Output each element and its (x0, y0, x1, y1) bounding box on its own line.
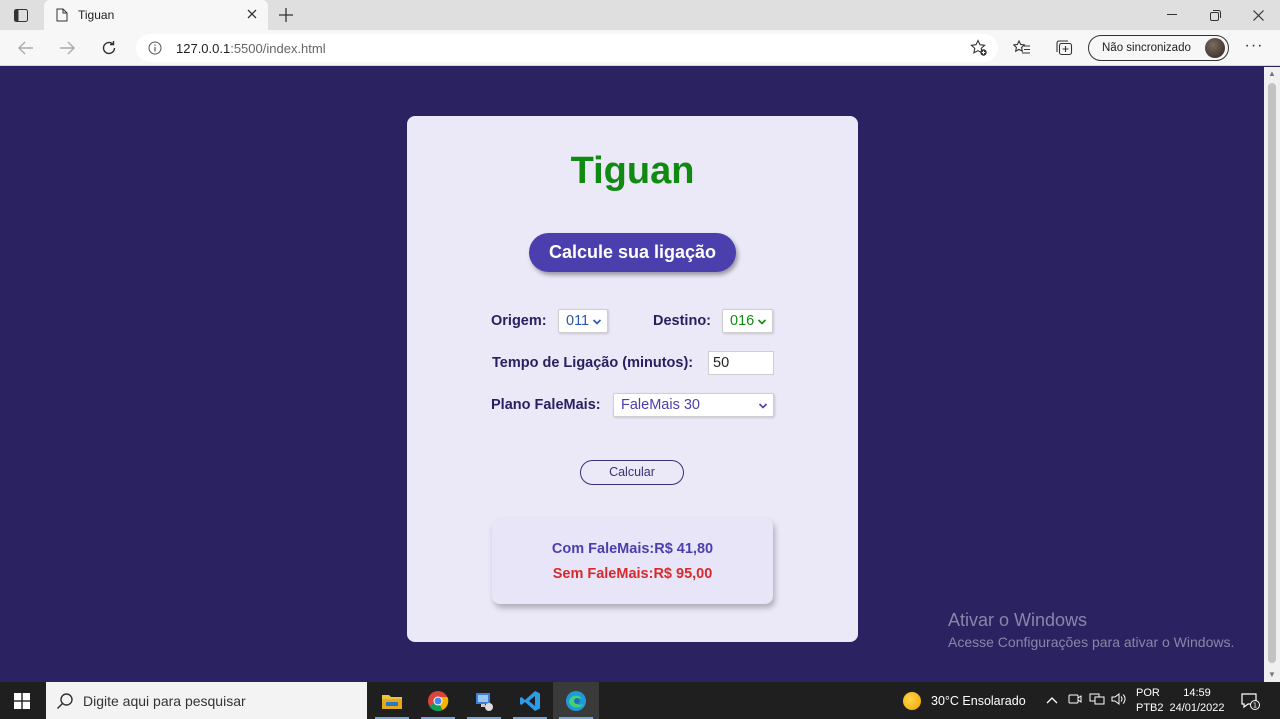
new-tab-icon[interactable] (276, 5, 296, 25)
calculator-card: Tiguan Calcule sua ligação Origem: 011 D… (407, 116, 858, 642)
clock-date: 24/01/2022 (1169, 702, 1225, 714)
windows-activation-watermark: Ativar o Windows Acesse Configurações pa… (948, 610, 1234, 650)
close-tab-icon[interactable] (244, 6, 260, 22)
activation-subtitle: Acesse Configurações para ativar o Windo… (948, 634, 1235, 650)
profile-sync-button[interactable]: Não sincronizado (1088, 35, 1229, 61)
forward-icon[interactable] (55, 36, 79, 60)
scroll-down-icon[interactable]: ▼ (1268, 671, 1276, 679)
plano-label: Plano FaleMais: (491, 397, 601, 413)
chevron-up-icon[interactable] (1044, 692, 1060, 708)
tab-actions-icon[interactable] (10, 6, 32, 24)
scroll-up-icon[interactable]: ▲ (1268, 70, 1276, 78)
language-indicator[interactable]: POR PTB2 (1136, 686, 1164, 716)
more-options-icon[interactable]: ··· (1244, 38, 1264, 58)
destino-value: 016 (730, 313, 755, 329)
browser-toolbar: 127.0.0.1:5500/index.html Não sincroniza… (0, 30, 1280, 66)
page-viewport: Tiguan Calcule sua ligação Origem: 011 D… (0, 67, 1264, 682)
plano-value: FaleMais 30 (621, 397, 700, 413)
page-scrollbar[interactable]: ▲ ▼ (1264, 67, 1280, 682)
weather-text[interactable]: 30°C Ensolarado (931, 694, 1026, 708)
destino-label: Destino: (653, 313, 711, 329)
chevron-down-icon (757, 314, 767, 328)
browser-tabstrip: Tiguan (0, 0, 1280, 30)
info-icon[interactable] (148, 41, 162, 55)
origem-label: Origem: (491, 313, 547, 329)
windows-taskbar: Digite aqui para pesquisar 30°C Ensolara… (0, 682, 1280, 719)
tempo-label: Tempo de Ligação (minutos): (492, 355, 694, 371)
origem-select[interactable]: 011 (558, 309, 608, 333)
search-icon (56, 692, 74, 710)
file-explorer-icon[interactable] (369, 682, 415, 719)
calcule-ligacao-button[interactable]: Calcule sua ligação (529, 233, 736, 272)
result-box: Com FaleMais:R$ 41,80 Sem FaleMais:R$ 95… (492, 518, 773, 604)
vscode-icon[interactable] (507, 682, 553, 719)
meet-now-icon[interactable] (1067, 692, 1083, 708)
chevron-down-icon (592, 314, 602, 328)
back-icon[interactable] (14, 36, 38, 60)
destino-select[interactable]: 016 (722, 309, 773, 333)
url-host: 127.0.0.1 (176, 41, 231, 56)
windows-start-icon[interactable] (0, 682, 44, 719)
network-app-icon[interactable] (461, 682, 507, 719)
page-icon (56, 8, 70, 23)
refresh-icon[interactable] (97, 36, 121, 60)
add-favorite-icon[interactable] (970, 39, 988, 57)
lang-code: POR (1136, 687, 1160, 699)
notification-icon[interactable]: 1 (1240, 691, 1260, 711)
network-icon[interactable] (1089, 692, 1105, 708)
weather-icon[interactable] (903, 692, 921, 710)
clock-time: 14:59 (1183, 687, 1211, 699)
favorites-icon[interactable] (1012, 38, 1032, 58)
taskbar-search[interactable]: Digite aqui para pesquisar (46, 682, 367, 719)
chevron-down-icon (758, 398, 768, 412)
tab-title: Tiguan (78, 8, 115, 22)
avatar (1205, 38, 1225, 58)
sync-label: Não sincronizado (1102, 42, 1191, 54)
restore-icon[interactable] (1195, 4, 1235, 26)
minimize-icon[interactable] (1152, 4, 1192, 26)
calcular-button[interactable]: Calcular (580, 460, 684, 485)
browser-tab[interactable]: Tiguan (44, 0, 268, 30)
keyboard-layout: PTB2 (1136, 702, 1164, 714)
volume-icon[interactable] (1111, 692, 1127, 708)
plano-select[interactable]: FaleMais 30 (613, 393, 774, 417)
sem-falemais-result: Sem FaleMais:R$ 95,00 (552, 566, 713, 582)
activation-title: Ativar o Windows (948, 610, 1088, 630)
notification-count: 1 (1253, 702, 1257, 710)
search-placeholder: Digite aqui para pesquisar (83, 693, 246, 709)
edge-icon[interactable] (553, 682, 599, 719)
url-text[interactable]: 127.0.0.1:5500/index.html (176, 41, 326, 56)
url-path: :5500/index.html (230, 41, 326, 56)
origem-value: 011 (566, 313, 590, 329)
collections-icon[interactable] (1054, 38, 1074, 58)
close-window-icon[interactable] (1238, 4, 1278, 26)
tempo-input[interactable]: 50 (708, 351, 774, 375)
chrome-icon[interactable] (415, 682, 461, 719)
page-title: Tiguan (570, 150, 695, 192)
clock[interactable]: 14:59 24/01/2022 (1168, 686, 1226, 716)
scroll-thumb[interactable] (1268, 83, 1276, 663)
address-bar[interactable]: 127.0.0.1:5500/index.html (136, 34, 998, 62)
com-falemais-result: Com FaleMais:R$ 41,80 (551, 541, 714, 557)
